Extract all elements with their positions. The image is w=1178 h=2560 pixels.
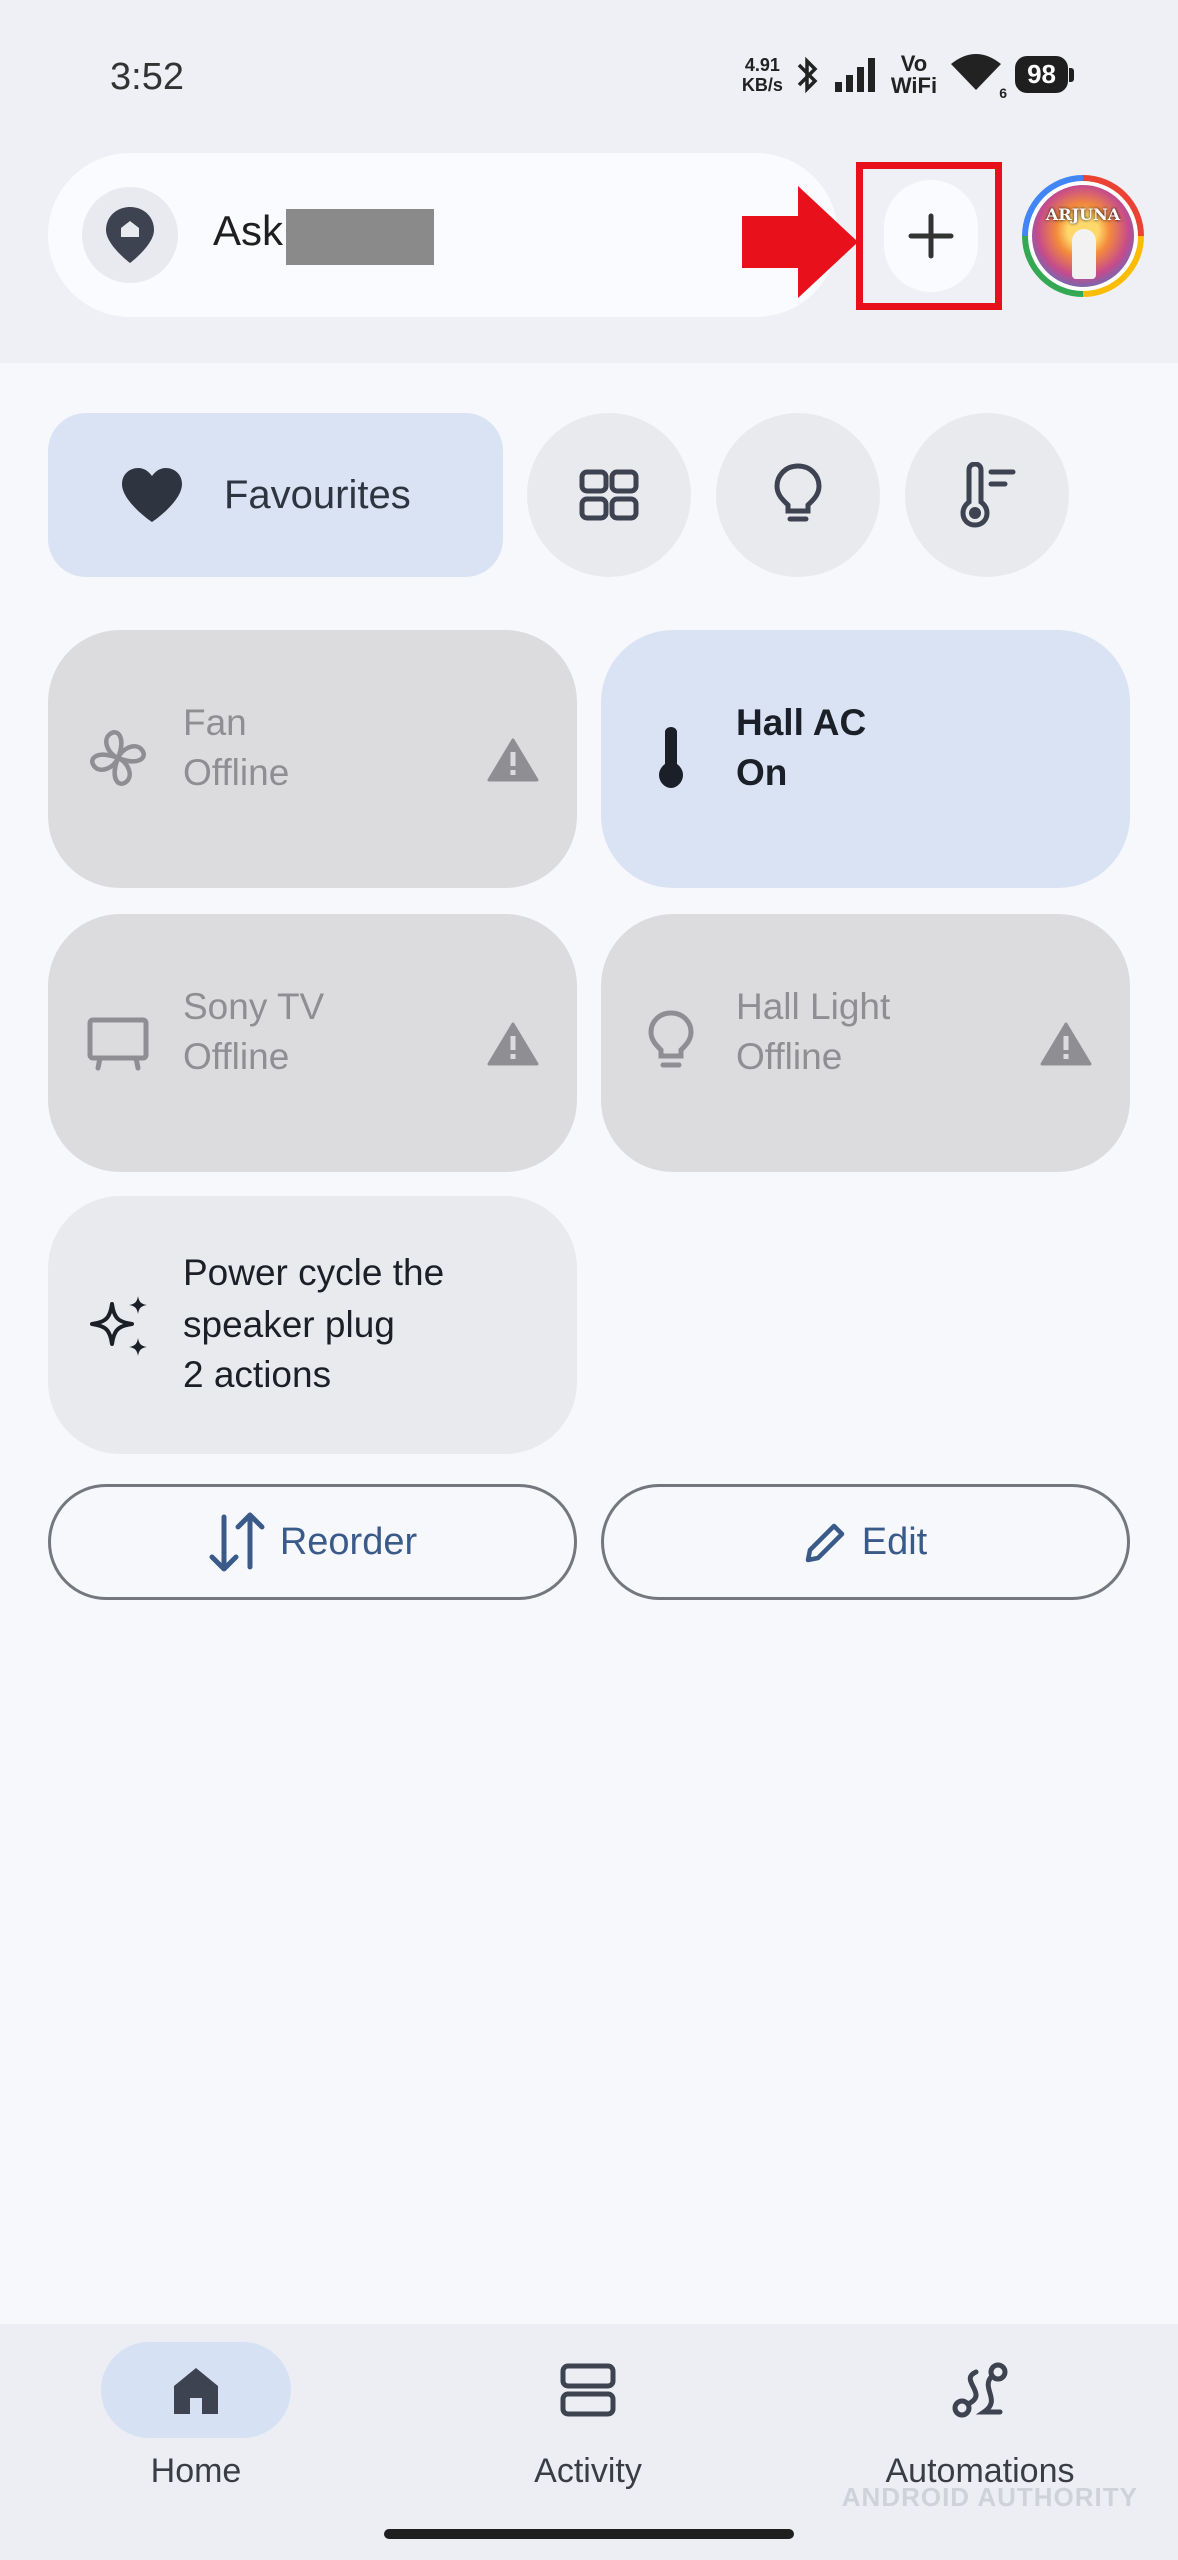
search-bar[interactable]: Ask bbox=[48, 153, 838, 317]
nav-activity-label: Activity bbox=[534, 2452, 642, 2490]
annotation-arrow-icon bbox=[742, 186, 858, 298]
device-tile-hall-ac[interactable]: Hall AC On bbox=[601, 630, 1130, 888]
tile-status: Offline bbox=[183, 1036, 290, 1077]
device-tile-sony-tv[interactable]: Sony TV Offline bbox=[48, 914, 577, 1172]
tile-status: Offline bbox=[183, 752, 290, 793]
reorder-label: Reorder bbox=[279, 1520, 418, 1563]
pencil-icon bbox=[805, 1523, 844, 1563]
redacted-text bbox=[286, 209, 434, 265]
chip-lights[interactable] bbox=[716, 413, 880, 577]
automation-tile[interactable]: Power cycle the speaker plug 2 actions bbox=[48, 1196, 577, 1454]
battery-indicator: 98 bbox=[1015, 56, 1074, 93]
reorder-icon bbox=[209, 1512, 265, 1572]
edit-label: Edit bbox=[861, 1520, 928, 1563]
status-icons: 4.91 KB/s Vo WiFi 6 98 bbox=[741, 50, 1074, 101]
account-avatar[interactable]: ARJUNA bbox=[1022, 175, 1144, 297]
sparkle-icon bbox=[90, 1296, 147, 1356]
tile-status: On bbox=[736, 752, 788, 793]
avatar-person-figure bbox=[1072, 229, 1096, 279]
vowifi-indicator: Vo WiFi bbox=[890, 50, 938, 98]
wifi-generation: 6 bbox=[999, 85, 1008, 101]
warning-icon bbox=[487, 738, 539, 782]
activity-icon bbox=[560, 2363, 616, 2417]
lightbulb-icon bbox=[774, 463, 822, 522]
avatar-image: ARJUNA bbox=[1028, 181, 1138, 291]
reorder-button[interactable]: Reorder bbox=[48, 1484, 577, 1600]
chip-climate[interactable] bbox=[905, 413, 1069, 577]
tv-icon bbox=[87, 1017, 149, 1071]
nav-home[interactable]: Home bbox=[46, 2342, 346, 2491]
tile-name: Hall Light bbox=[736, 986, 891, 1027]
edit-button[interactable]: Edit bbox=[601, 1484, 1130, 1600]
chip-all-devices[interactable] bbox=[527, 413, 691, 577]
avatar-caption: ARJUNA bbox=[1045, 205, 1121, 224]
bluetooth-icon bbox=[797, 56, 818, 93]
home-pin-icon[interactable] bbox=[82, 187, 178, 283]
tile-name: Sony TV bbox=[183, 986, 325, 1027]
device-tile-hall-light[interactable]: Hall Light Offline bbox=[601, 914, 1130, 1172]
automation-subtitle: 2 actions bbox=[183, 1354, 332, 1395]
automation-title-line1: Power cycle the bbox=[183, 1252, 445, 1293]
grid-icon bbox=[579, 469, 639, 521]
network-speed: 4.91 KB/s bbox=[741, 54, 783, 95]
gesture-home-indicator[interactable] bbox=[384, 2529, 794, 2539]
automations-icon bbox=[952, 2362, 1008, 2418]
warning-icon bbox=[487, 1022, 539, 1066]
thermometer-icon bbox=[659, 727, 683, 788]
annotation-highlight-box bbox=[856, 162, 1002, 310]
nav-automations[interactable]: Automations bbox=[830, 2342, 1130, 2491]
chip-favourites[interactable]: Favourites bbox=[48, 413, 503, 577]
automation-title-line2: speaker plug bbox=[183, 1304, 395, 1345]
tile-status: Offline bbox=[736, 1036, 843, 1077]
status-time: 3:52 bbox=[110, 56, 184, 98]
warning-icon bbox=[1040, 1022, 1092, 1066]
tile-name: Fan bbox=[183, 702, 247, 743]
watermark: ANDROID AUTHORITY bbox=[841, 2482, 1138, 2512]
search-placeholder: Ask bbox=[213, 207, 284, 254]
heart-icon bbox=[122, 468, 182, 522]
lightbulb-icon bbox=[648, 1010, 694, 1068]
nav-home-indicator bbox=[101, 2342, 291, 2438]
bottom-navigation: Home Activity Automations bbox=[0, 2324, 1178, 2560]
home-icon bbox=[174, 2368, 218, 2414]
wifi-icon: 6 bbox=[949, 52, 1007, 101]
thermostat-icon bbox=[960, 462, 1016, 528]
tile-name: Hall AC bbox=[736, 702, 867, 743]
nav-activity[interactable]: Activity bbox=[438, 2342, 738, 2491]
device-tile-fan[interactable]: Fan Offline bbox=[48, 630, 577, 888]
signal-icon bbox=[834, 57, 875, 92]
chip-favourites-label: Favourites bbox=[224, 472, 411, 517]
fan-icon bbox=[90, 730, 146, 786]
nav-home-label: Home bbox=[150, 2452, 242, 2490]
